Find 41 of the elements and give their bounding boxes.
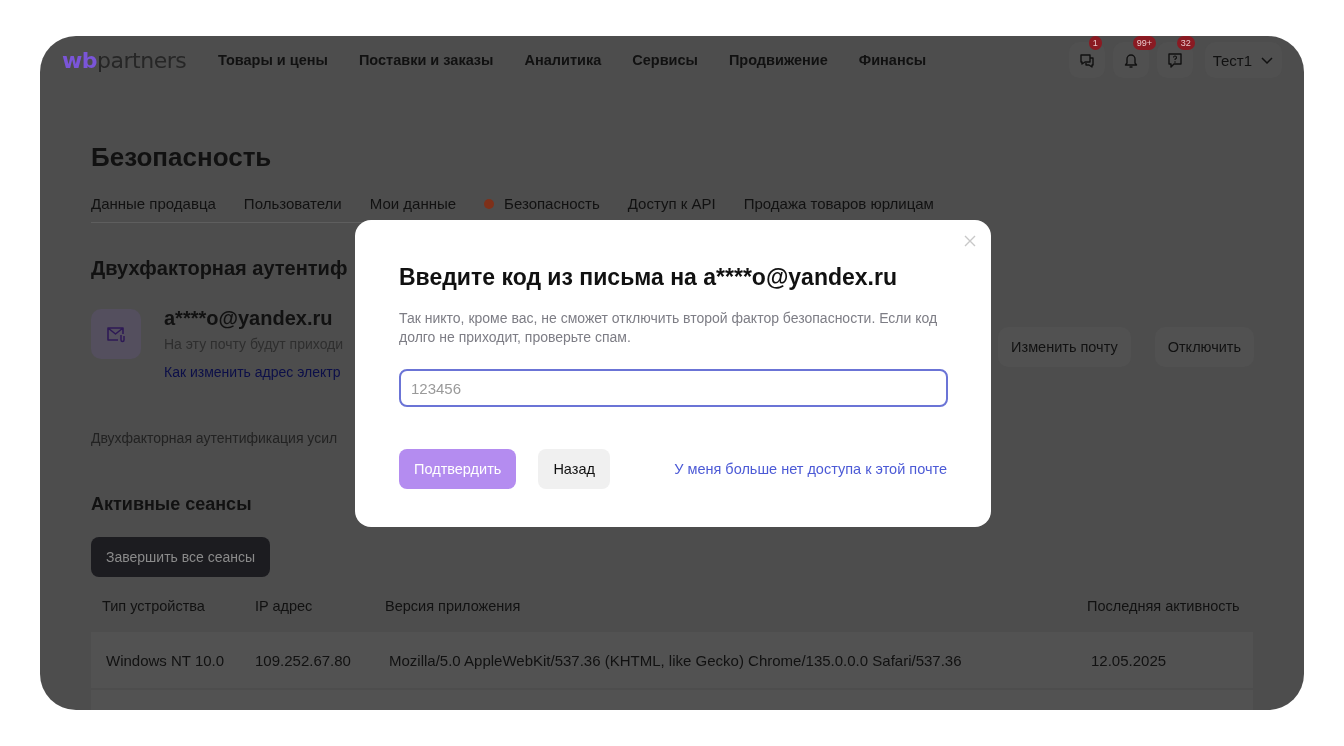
nav-link[interactable]: Финансы	[858, 52, 927, 68]
column-header: Версия приложения	[385, 598, 522, 614]
email-address: a****o@yandex.ru	[164, 307, 334, 330]
tab[interactable]: Данные продавца	[91, 195, 216, 212]
dialog-title: Введите код из письма на a****o@yandex.ru	[399, 264, 898, 291]
section-heading: Активные сеансы	[91, 494, 252, 515]
help-link[interactable]: Как изменить адрес электр	[164, 364, 344, 380]
nav-link[interactable]: Продвижение	[728, 52, 828, 68]
end-sessions-button[interactable]: Завершить все сеансы	[91, 537, 271, 577]
table-cell-text: 109.252.67.80	[255, 651, 352, 669]
code-input[interactable]: 123456	[399, 369, 948, 407]
column-header: Последняя активность	[1087, 598, 1241, 614]
table-cell-text: 12.05.2025	[1091, 651, 1168, 669]
count-badge: 32	[1176, 36, 1195, 50]
action-button[interactable]: Изменить почту	[998, 327, 1131, 367]
count-badge: 99+	[1132, 36, 1156, 50]
nav-link[interactable]: Сервисы	[632, 52, 698, 68]
help-icon	[1166, 52, 1183, 68]
table-cell-text: Mozilla/5.0 AppleWebKit/537.36 (KHTML, like Gecko) Chrome/135.0.0.0 Safari/537.36	[389, 651, 963, 669]
column-header: Тип устройства	[102, 598, 206, 614]
back-button[interactable]: Назад	[538, 449, 610, 489]
nav-link[interactable]: Поставки и заказы	[358, 52, 494, 68]
no-access-link[interactable]: У меня больше нет доступа к этой почте	[674, 461, 947, 477]
nav-link[interactable]: Товары и цены	[218, 52, 328, 68]
action-button[interactable]: Отключить	[1154, 327, 1254, 367]
column-header: IP адрес	[255, 598, 314, 614]
count-badge: 1	[1088, 36, 1102, 50]
tab[interactable]: Безопасность	[484, 195, 600, 212]
tab[interactable]: Пользователи	[243, 195, 342, 212]
section-heading: Двухфакторная аутентиф	[91, 257, 348, 280]
tab[interactable]: Продажа товаров юрлицам	[743, 195, 934, 212]
close-button[interactable]	[963, 234, 977, 248]
close-icon	[964, 235, 976, 247]
tab[interactable]: Доступ к API	[627, 195, 716, 212]
nav-link[interactable]: Аналитика	[524, 52, 602, 68]
tab[interactable]: Мои данные	[369, 195, 457, 212]
table-cell-text: Windows NT 10.0	[106, 651, 226, 669]
chat-icon	[1078, 52, 1095, 68]
page-title: Безопасность	[91, 142, 273, 173]
bell-icon	[1122, 52, 1139, 68]
dialog-description: Так никто, кроме вас, не сможет отключить второй фактор безопасности. Если код долго не приходит, проверьте спам.	[399, 309, 939, 347]
